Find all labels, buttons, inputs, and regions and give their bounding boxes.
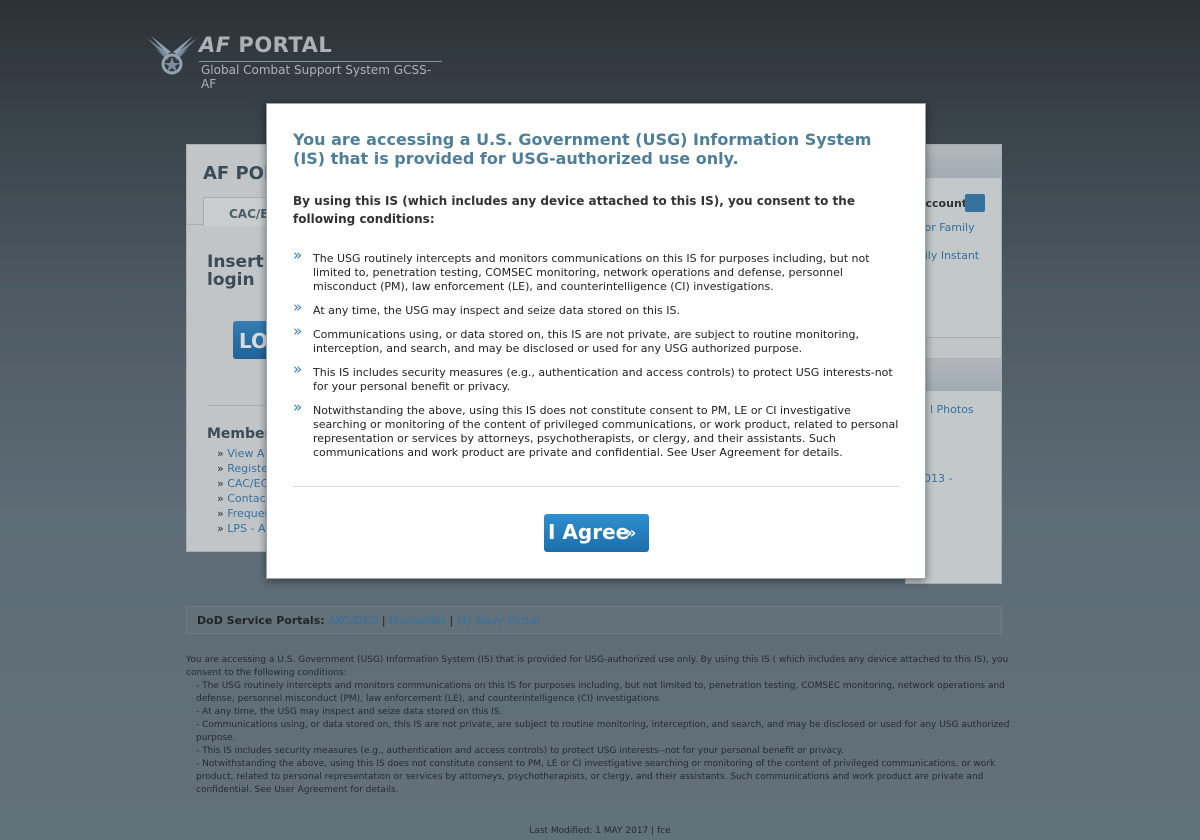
modal-intro: By using this IS (which includes any dev… [293, 194, 855, 226]
condition-text: The USG routinely intercepts and monitor… [313, 252, 870, 293]
list-item: » Communications using, or data stored on… [293, 324, 901, 356]
list-item: » The USG routinely intercepts and monito… [293, 248, 901, 294]
double-chevron-right-icon: » [293, 322, 303, 340]
conditions-list: » The USG routinely intercepts and monito… [293, 248, 901, 470]
condition-text: At any time, the USG may inspect and sei… [313, 304, 680, 317]
list-item: » At any time, the USG may inspect and se… [293, 300, 901, 318]
double-chevron-right-icon: » [293, 246, 303, 264]
condition-text: This IS includes security measures (e.g.… [313, 366, 893, 393]
chevron-right-icon: » [626, 523, 637, 542]
condition-text: Communications using, or data stored on,… [313, 328, 859, 355]
list-item: » Notwithstanding the above, using this I… [293, 400, 901, 460]
modal-heading: You are accessing a U.S. Government (USG… [293, 130, 872, 168]
double-chevron-right-icon: » [293, 360, 303, 378]
i-agree-button[interactable]: I Agree » [544, 514, 649, 552]
modal-divider [293, 486, 900, 487]
condition-text: Notwithstanding the above, using this IS… [313, 404, 899, 459]
agree-button-label: I Agree [548, 520, 630, 544]
consent-modal: You are accessing a U.S. Government (USG… [266, 103, 926, 579]
double-chevron-right-icon: » [293, 298, 303, 316]
list-item: » This IS includes security measures (e.g… [293, 362, 901, 394]
double-chevron-right-icon: » [293, 398, 303, 416]
